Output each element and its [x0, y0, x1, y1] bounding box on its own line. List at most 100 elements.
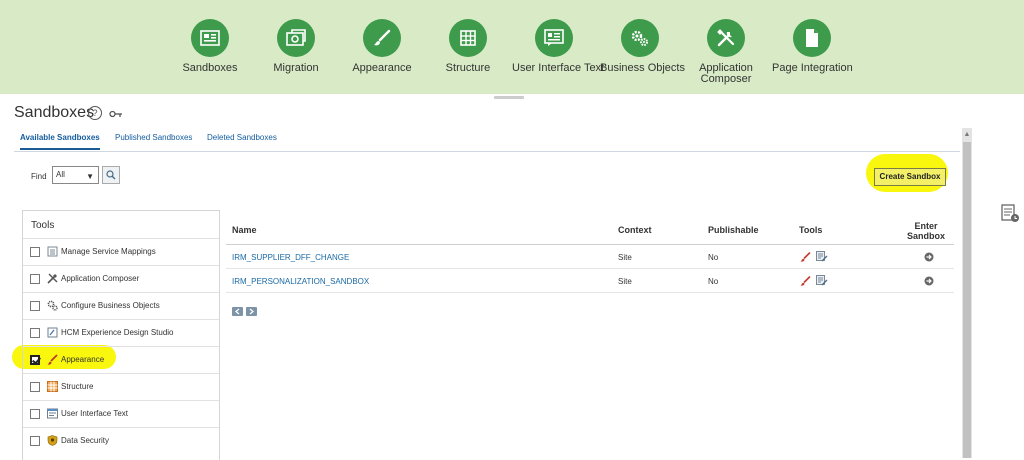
- previous-page-button[interactable]: [232, 307, 243, 316]
- nav-label: Migration: [273, 62, 319, 74]
- tools-icon: [47, 273, 58, 284]
- find-select-value: All: [56, 170, 65, 179]
- design-studio-icon: [47, 327, 58, 338]
- nav-business-objects[interactable]: Business Objects: [600, 19, 685, 74]
- sandboxes-icon: [191, 19, 229, 57]
- tool-item-application-composer[interactable]: Application Composer: [23, 265, 219, 293]
- edit-list-icon[interactable]: [816, 275, 828, 286]
- business-objects-icon: [621, 19, 659, 57]
- tool-label: Manage Service Mappings: [61, 247, 156, 256]
- tool-label: Appearance: [61, 355, 105, 364]
- table-row: IRM_SUPPLIER_DFF_CHANGE Site No: [226, 245, 954, 269]
- text-window-icon: [47, 408, 58, 419]
- list-icon: [47, 246, 58, 257]
- appearance-icon: [363, 19, 401, 57]
- tool-item-user-interface-text[interactable]: User Interface Text: [23, 400, 219, 428]
- tool-checkbox[interactable]: [30, 436, 40, 446]
- paintbrush-icon: [47, 354, 58, 365]
- tool-checkbox[interactable]: [30, 328, 40, 338]
- scrollbar-thumb[interactable]: [963, 142, 971, 458]
- nav-label-line2: Composer: [700, 73, 752, 85]
- sandbox-context: Site: [618, 277, 632, 286]
- nav-label: Page Integration: [772, 62, 853, 74]
- tab-published-sandboxes[interactable]: Published Sandboxes: [115, 133, 192, 142]
- tool-label: Application Composer: [61, 274, 140, 283]
- search-icon: [106, 170, 116, 180]
- nav-user-interface-text[interactable]: User Interface Text: [512, 19, 605, 74]
- paintbrush-icon[interactable]: [800, 276, 811, 286]
- page-title: Sandboxes: [14, 104, 95, 121]
- nav-label: Business Objects: [600, 62, 685, 74]
- scroll-up-arrow[interactable]: ▲: [963, 130, 971, 140]
- tool-item-hcm-experience-design-studio[interactable]: HCM Experience Design Studio: [23, 319, 219, 347]
- nav-page-integration[interactable]: Page Integration: [772, 19, 853, 74]
- tool-checkbox[interactable]: [30, 382, 40, 392]
- tool-label: Data Security: [61, 436, 110, 445]
- table-row: IRM_PERSONALIZATION_SANDBOX Site No: [226, 269, 954, 293]
- chevron-down-icon: ▼: [86, 172, 94, 181]
- tool-checkbox[interactable]: [30, 409, 40, 419]
- column-header-publishable[interactable]: Publishable: [708, 225, 759, 235]
- ui-text-icon: [535, 19, 573, 57]
- side-panel-icon[interactable]: [1000, 203, 1020, 228]
- edit-list-icon[interactable]: [816, 251, 828, 262]
- migration-icon: [277, 19, 315, 57]
- tool-label: User Interface Text: [61, 409, 128, 418]
- nav-structure[interactable]: Structure: [438, 19, 498, 74]
- column-header-context[interactable]: Context: [618, 225, 652, 235]
- app-composer-icon: [707, 19, 745, 57]
- tool-checkbox[interactable]: [30, 301, 40, 311]
- tool-item-structure[interactable]: Structure: [23, 373, 219, 401]
- collapse-handle[interactable]: [494, 96, 524, 99]
- tab-deleted-sandboxes[interactable]: Deleted Sandboxes: [207, 133, 277, 142]
- page-integration-icon: [793, 19, 831, 57]
- tool-label: Structure: [61, 382, 94, 391]
- tab-available-sandboxes[interactable]: Available Sandboxes: [20, 133, 100, 150]
- paintbrush-icon[interactable]: [800, 252, 811, 262]
- tool-item-configure-business-objects[interactable]: Configure Business Objects: [23, 292, 219, 320]
- column-header-line2: Sandbox: [906, 231, 945, 241]
- find-label: Find: [31, 172, 47, 181]
- gears-icon: [47, 300, 58, 311]
- nav-label: Sandboxes: [182, 62, 238, 74]
- nav-label: Appearance: [352, 62, 412, 74]
- tool-checkbox-checked[interactable]: [30, 355, 40, 365]
- sandbox-tabs: Available Sandboxes Published Sandboxes …: [14, 133, 960, 152]
- column-header-name[interactable]: Name: [232, 225, 257, 235]
- tools-panel-title: Tools: [31, 220, 55, 231]
- nav-application-composer[interactable]: Application Composer: [694, 19, 758, 85]
- tools-panel: Tools Manage Service Mappings Applicatio…: [22, 210, 220, 460]
- shield-icon: [47, 435, 58, 446]
- enter-arrow-icon[interactable]: [924, 252, 934, 262]
- nav-migration[interactable]: Migration: [266, 19, 326, 74]
- find-select[interactable]: All ▼: [52, 166, 99, 184]
- nav-label: Structure: [445, 62, 491, 74]
- create-sandbox-button[interactable]: Create Sandbox: [874, 168, 946, 186]
- chevron-left-icon: [234, 308, 240, 315]
- enter-arrow-icon[interactable]: [924, 276, 934, 286]
- tool-item-manage-service-mappings[interactable]: Manage Service Mappings: [23, 238, 219, 266]
- sandbox-name-link[interactable]: IRM_SUPPLIER_DFF_CHANGE: [232, 253, 349, 262]
- help-icon[interactable]: ?: [88, 106, 102, 120]
- search-button[interactable]: [102, 166, 120, 184]
- table-pager: [232, 303, 260, 321]
- column-header-line1: Enter: [914, 221, 938, 231]
- nav-appearance[interactable]: Appearance: [352, 19, 412, 74]
- structure-grid-icon: [47, 381, 58, 392]
- column-header-tools[interactable]: Tools: [799, 225, 822, 235]
- structure-icon: [449, 19, 487, 57]
- nav-sandboxes[interactable]: Sandboxes: [180, 19, 240, 74]
- top-navigation-bar: Sandboxes Migration Appearance Structure…: [0, 0, 1024, 94]
- tool-label: HCM Experience Design Studio: [61, 328, 174, 337]
- tool-item-data-security[interactable]: Data Security: [23, 427, 219, 455]
- tool-checkbox[interactable]: [30, 274, 40, 284]
- key-icon[interactable]: [109, 106, 123, 124]
- sandbox-publishable: No: [708, 253, 719, 262]
- column-header-enter-sandbox[interactable]: Enter Sandbox: [902, 221, 950, 241]
- next-page-button[interactable]: [246, 307, 257, 316]
- sandbox-name-link[interactable]: IRM_PERSONALIZATION_SANDBOX: [232, 277, 369, 286]
- sandbox-context: Site: [618, 253, 632, 262]
- nav-label: User Interface Text: [512, 62, 605, 74]
- tool-item-appearance[interactable]: Appearance: [23, 346, 219, 374]
- tool-checkbox[interactable]: [30, 247, 40, 257]
